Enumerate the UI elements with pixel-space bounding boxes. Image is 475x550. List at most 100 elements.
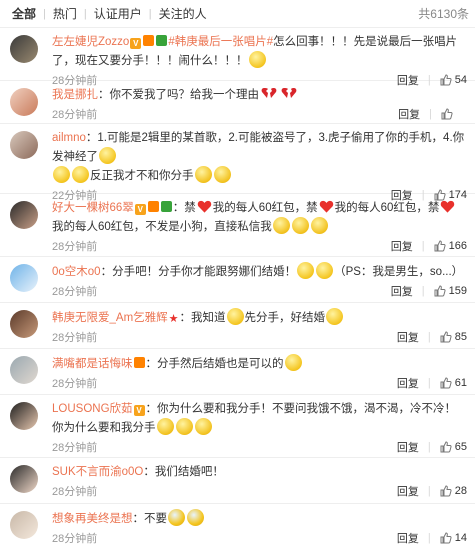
angry-emoticon-icon [310,217,328,234]
reply-button[interactable]: 回复 [397,483,419,499]
username[interactable]: 满嘴都是话悔味 [52,358,133,370]
comment-body: 韩庚无限爱_Am乞雅辉★：我知道 先分手，好结婚 [52,308,467,327]
comment-item: 想象再美终是想：不要 28分钟前 回复 | 14 [0,504,475,550]
comment-meta: 28分钟前 回复 | 159 [52,281,467,301]
comment-item: 0o空木o0：分手吧！分手你才能跟努娜们结婚！ （PS：我是男生，so...） 2… [0,257,475,303]
like-button[interactable]: 166 [434,240,467,252]
like-count: 159 [448,285,467,297]
action-divider: | [427,331,431,343]
comment-meta: 28分钟前 回复 | 61 [52,373,467,393]
emoticon-icon [326,308,344,325]
member-badge-icon [143,35,155,46]
reply-button[interactable]: 回复 [397,530,419,546]
reply-button[interactable]: 回复 [398,106,420,122]
avatar[interactable] [10,465,38,493]
broken-heart-icon [281,88,297,98]
thumbs-up-icon [434,240,446,252]
username[interactable]: 0o空木o0 [52,266,101,278]
tab-all[interactable]: 全部 [12,5,36,22]
comment-body: 左左婕児Zozzo V #韩庚最后一张唱片#怎么回事！！！先是说最后一张唱片了，现在… [52,33,467,70]
timestamp: 28分钟前 [52,442,98,454]
like-button[interactable]: 61 [440,377,467,389]
reply-button[interactable]: 回复 [397,439,419,455]
comment-text: ：分手吧！分手你才能跟努娜们结婚！ [100,266,297,278]
thumbs-up-icon [440,331,452,343]
avatar[interactable] [10,264,38,292]
like-button[interactable]: 85 [440,331,467,343]
comment-item: 好大一棵树66翠 V ：禁 我的每人60红包，禁 我的每人60红包，禁我的每人60红包，… [0,194,475,257]
avatar[interactable] [10,88,38,116]
comment-count: 共6130条 [418,7,469,21]
action-divider: | [427,377,431,389]
reply-button[interactable]: 回复 [391,283,413,299]
comment-actions: 回复 | 85 [397,329,467,345]
comment-text: （PS：我是男生，so...） [334,266,464,278]
topic-link[interactable]: #韩庚最后一张唱片# [168,36,273,48]
comment-actions: 回复 | 61 [397,375,467,391]
avatar[interactable] [10,131,38,159]
avatar[interactable] [10,511,38,539]
username[interactable]: SUK不言而渝o0O [52,466,143,478]
runner-icon [160,201,172,212]
tab-divider: | [43,7,46,20]
comment-body: SUK不言而渝o0O：我们结婚吧！ [52,463,467,481]
angry-emoticon-icon [213,166,231,183]
tab-verified[interactable]: 认证用户 [94,5,142,22]
timestamp: 28分钟前 [52,332,98,344]
action-divider: | [427,532,431,544]
reply-button[interactable]: 回复 [397,375,419,391]
comment-text: ：我知道 [179,312,226,324]
tab-divider: | [83,7,87,20]
angry-emoticon-icon [194,166,212,183]
tab-following[interactable]: 关注的人 [159,5,207,22]
comment-item: ailmno：1.可能是2辑里的某首歌，2.可能被盗号了，3.虎子偷用了你的手机… [0,124,475,202]
comment-item: SUK不言而渝o0O：我们结婚吧！ 28分钟前 回复 | 28 [0,458,475,504]
username[interactable]: ailmno [52,132,86,144]
avatar[interactable] [10,356,38,384]
avatar[interactable] [10,201,38,229]
like-button[interactable]: 28 [440,485,467,497]
timestamp: 28分钟前 [52,533,98,545]
comment-item: 我是挪扎：你不爱我了吗？给我一个理由 28分钟前 回复 | [0,81,475,124]
thumbs-up-icon [440,532,452,544]
comment-body: 想象再美终是想：不要 [52,509,467,528]
username[interactable]: 韩庚无限爱_Am乞雅辉 [52,312,168,324]
crying-emoticon-icon [187,509,204,526]
avatar[interactable] [10,402,38,430]
like-button[interactable]: 159 [434,285,467,297]
avatar[interactable] [10,35,38,63]
username[interactable]: 想象再美终是想 [52,513,133,525]
emoticon-icon [248,51,266,68]
comment-meta: 28分钟前 回复 | 65 [52,437,467,457]
comment-item: 左左婕児Zozzo V #韩庚最后一张唱片#怎么回事！！！先是说最后一张唱片了，现在… [0,28,475,87]
emoticon-icon [99,147,116,164]
comment-text: ：我们结婚吧！ [143,466,224,478]
comment-meta: 28分钟前 回复 | 166 [52,236,467,256]
thumbs-up-icon [441,108,453,120]
like-button[interactable] [441,108,467,120]
avatar[interactable] [10,310,38,338]
comment-text: ：不要 [132,513,168,525]
timestamp: 28分钟前 [52,109,98,121]
username[interactable]: LOUSONG欣茹 [52,403,133,415]
timestamp: 28分钟前 [52,241,98,253]
angry-emoticon-icon [291,217,309,234]
like-button[interactable]: 65 [440,441,467,453]
action-divider: | [421,285,425,297]
angry-emoticon-icon [272,217,290,234]
thumbs-up-icon [440,441,452,453]
emoticon-icon [226,308,244,325]
action-divider: | [421,240,425,252]
username[interactable]: 我是挪扎 [52,89,98,101]
tab-hot[interactable]: 热门 [53,5,77,22]
reply-button[interactable]: 回复 [391,238,413,254]
username[interactable]: 好大一棵树66翠 [52,202,134,214]
like-button[interactable]: 14 [440,532,467,544]
username[interactable]: 左左婕児Zozzo [52,36,129,48]
reply-button[interactable]: 回复 [397,329,419,345]
heart-icon [441,200,455,213]
comment-body: 满嘴都是话悔味 ：分手然后结婚也是可以的 [52,354,467,373]
comment-body: 0o空木o0：分手吧！分手你才能跟努娜们结婚！ （PS：我是男生，so...） [52,262,467,281]
action-divider: | [427,441,431,453]
comment-actions: 回复 | 14 [397,530,467,546]
